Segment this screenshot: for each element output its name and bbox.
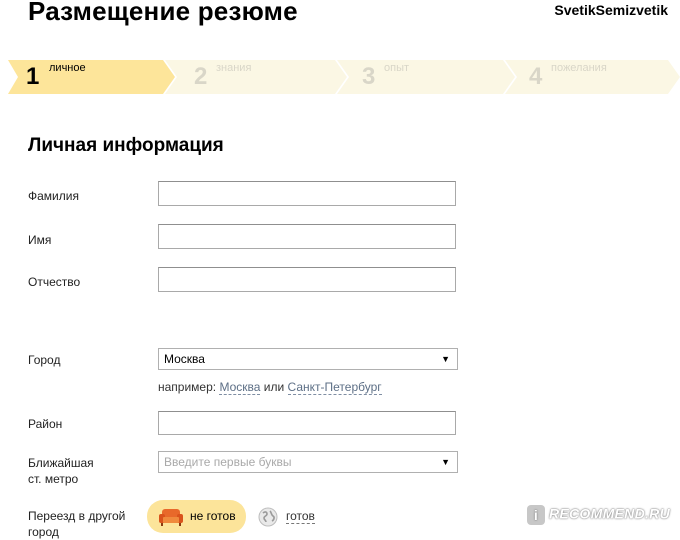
city-hint-moscow-link[interactable]: Москва — [219, 380, 261, 395]
step-4-label: пожелания — [551, 62, 607, 74]
section-title: Личная информация — [28, 135, 224, 156]
progress-steps: 1 личное 2 знания 3 опыт 4 пожелания — [0, 60, 680, 94]
surname-input[interactable] — [158, 181, 456, 206]
city-hint-prefix: например: — [158, 380, 217, 394]
step-3-number: 3 — [362, 63, 376, 90]
relocation-label-line1: Переезд в другой — [28, 509, 126, 523]
step-2-shape — [165, 60, 347, 94]
relocation-not-ready-option[interactable]: не готов — [147, 500, 246, 533]
patronymic-input[interactable] — [158, 267, 456, 292]
step-2-label: знания — [216, 62, 252, 74]
city-select[interactable]: Москва ▼ — [158, 348, 458, 370]
city-hint: например: Москва или Санкт-Петербург — [158, 380, 382, 395]
relocation-label: Переезд в другой город — [28, 508, 125, 540]
dropdown-arrow-icon: ▼ — [441, 354, 450, 364]
city-hint-or: или — [263, 380, 285, 394]
step-4-number: 4 — [529, 63, 543, 90]
step-1-label: личное — [49, 62, 86, 74]
relocation-ready-label: готов — [286, 509, 315, 524]
watermark-text: RECOMMEND.RU — [548, 505, 670, 522]
city-hint-spb-link[interactable]: Санкт-Петербург — [287, 380, 382, 395]
relocation-not-ready-label: не готов — [190, 509, 236, 523]
metro-label: Ближайшая ст. метро — [28, 455, 94, 487]
step-2-number: 2 — [194, 63, 208, 90]
city-select-value: Москва — [164, 352, 205, 366]
page-title: Размещение резюме — [28, 0, 298, 26]
globe-icon — [258, 507, 278, 532]
district-input[interactable] — [158, 411, 456, 435]
district-label: Район — [28, 417, 63, 431]
step-3-label: опыт — [384, 62, 410, 74]
username-link[interactable]: SvetikSemizvetik — [554, 2, 668, 18]
surname-label: Фамилия — [28, 189, 79, 203]
sofa-icon — [158, 507, 184, 532]
watermark-badge: i — [526, 505, 545, 525]
name-label: Имя — [28, 233, 52, 247]
city-label: Город — [28, 353, 61, 367]
watermark: i RECOMMEND.RU — [526, 505, 670, 529]
metro-label-line2: ст. метро — [28, 472, 79, 486]
patronymic-label: Отчество — [28, 275, 81, 289]
metro-select-placeholder: Введите первые буквы — [164, 455, 292, 469]
name-input[interactable] — [158, 224, 456, 249]
dropdown-arrow-icon: ▼ — [441, 457, 450, 467]
step-1-number: 1 — [26, 63, 40, 90]
metro-label-line1: Ближайшая — [28, 456, 94, 470]
metro-select[interactable]: Введите первые буквы ▼ — [158, 451, 458, 473]
